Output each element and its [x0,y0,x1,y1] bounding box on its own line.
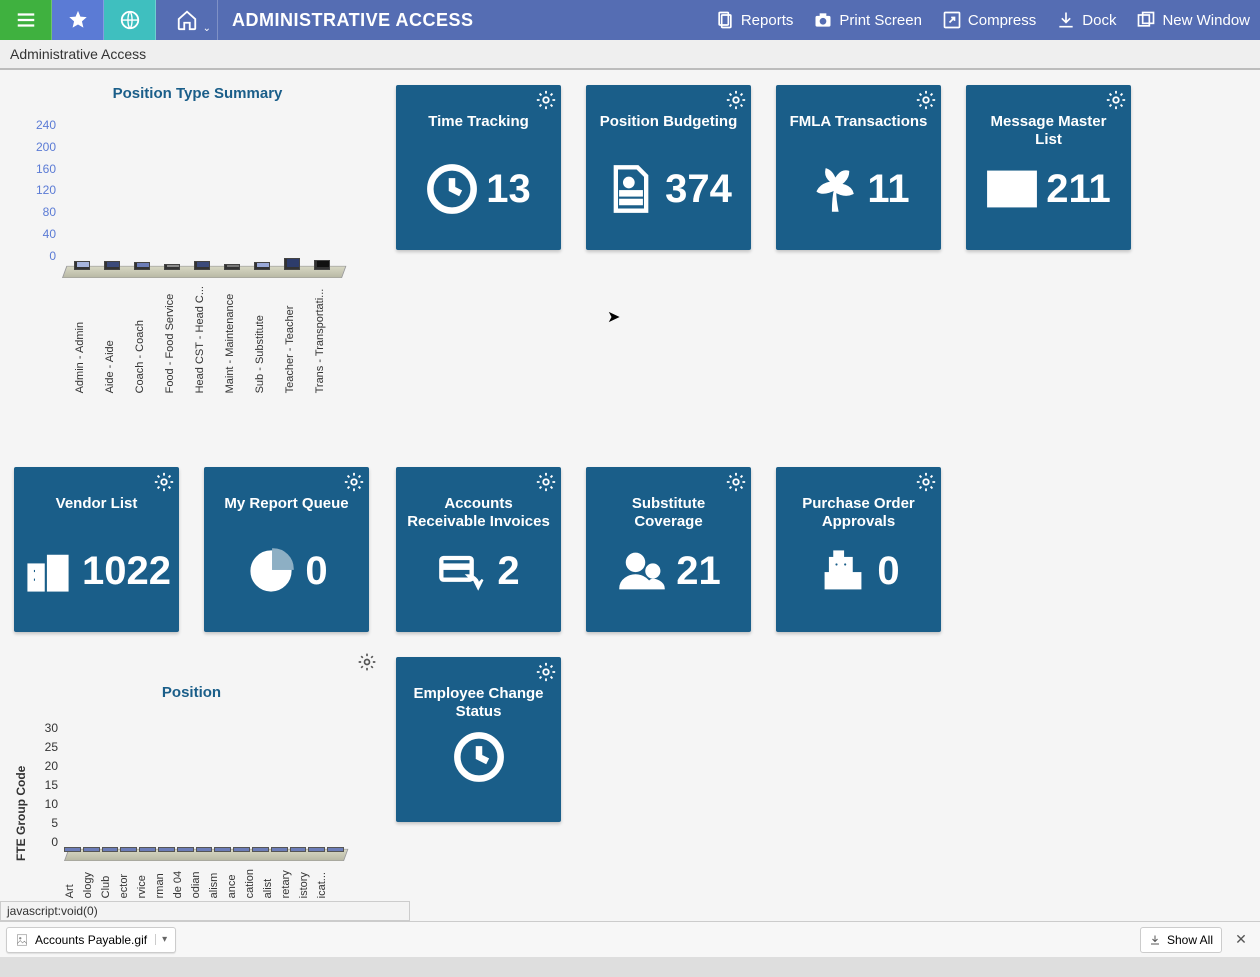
tile-value: 2 [497,549,519,594]
gear-icon[interactable] [1105,89,1127,111]
gear-icon[interactable] [915,89,937,111]
gear-icon[interactable] [535,661,557,683]
show-all-label: Show All [1167,933,1213,947]
breadcrumb-label: Administrative Access [10,46,146,62]
camera-icon [813,10,833,30]
tile-value: 211 [1046,167,1111,212]
hamburger-icon [15,9,37,31]
people-icon [616,545,668,597]
dock-label: Dock [1082,12,1116,29]
reports-icon [715,10,735,30]
chart1-title: Position Type Summary [20,85,375,102]
tile-vendor-list[interactable]: Vendor List 1022 [14,467,179,632]
compress-button[interactable]: Compress [932,0,1046,40]
gear-icon[interactable] [153,471,175,493]
home-button[interactable]: ⌄ [156,0,218,40]
status-text: javascript:void(0) [7,904,98,918]
chart2-ylabel: FTE Group Code [14,721,28,861]
tile-value: 11 [867,167,909,212]
home-icon [176,9,198,31]
tile-po-approvals[interactable]: Purchase Order Approvals 0 [776,467,941,632]
tile-position-budgeting[interactable]: Position Budgeting 374 [586,85,751,250]
show-all-button[interactable]: Show All [1140,927,1222,953]
print-screen-button[interactable]: Print Screen [803,0,932,40]
clock-icon [426,163,478,215]
cash-register-icon [817,545,869,597]
tile-value: 1022 [82,549,171,594]
download-icon [1149,934,1161,946]
tile-message-master-list[interactable]: Message Master List 211 [966,85,1131,250]
gear-icon[interactable] [535,471,557,493]
pie-chart-icon [245,545,297,597]
document-person-icon [605,163,657,215]
newwin-label: New Window [1162,12,1250,29]
chart2-xlabels: Art ology Club ector rvice rman de 04 od… [64,869,344,898]
chart1-xlabels: Admin - Admin Aide - Aide Coach - Coach … [70,286,342,393]
globe-icon [119,9,141,31]
tile-value: 21 [676,549,721,594]
page-title: ADMINISTRATIVE ACCESS [232,10,474,31]
browser-download-bar: Accounts Payable.gif ▾ Show All ✕ [0,921,1260,957]
tile-value: 0 [305,549,327,594]
tile-time-tracking[interactable]: Time Tracking 13 [396,85,561,250]
tile-fmla-transactions[interactable]: FMLA Transactions 11 [776,85,941,250]
tile-my-report-queue[interactable]: My Report Queue 0 [204,467,369,632]
tile-ar-invoices[interactable]: Accounts Receivable Invoices 2 [396,467,561,632]
download-filename: Accounts Payable.gif [35,933,147,947]
chevron-down-icon: ⌄ [203,23,211,34]
tile-value: 13 [486,167,531,212]
download-item[interactable]: Accounts Payable.gif ▾ [6,927,176,953]
dashboard: Position Type Summary 240 200 160 120 80… [0,70,1260,82]
new-window-button[interactable]: New Window [1126,0,1260,40]
gear-icon[interactable] [535,89,557,111]
close-download-bar-button[interactable]: ✕ [1228,931,1254,948]
reports-button[interactable]: Reports [705,0,804,40]
chart2-title: Position [14,684,369,701]
chart1-plot: Admin - Admin Aide - Aide Coach - Coach … [62,118,342,278]
credit-card-arrow-icon [437,545,489,597]
gear-icon[interactable] [725,471,747,493]
tile-substitute-coverage[interactable]: Substitute Coverage 21 [586,467,751,632]
tile-value: 0 [877,549,899,594]
dock-icon [1056,10,1076,30]
gear-icon[interactable] [357,652,377,672]
compress-label: Compress [968,12,1036,29]
dock-button[interactable]: Dock [1046,0,1126,40]
window-bottom-strip [0,957,1260,977]
palm-tree-icon [807,163,859,215]
chevron-down-icon[interactable]: ▾ [155,934,167,945]
mouse-cursor-icon: ➤ [607,307,620,327]
chart1-yaxis: 240 200 160 120 80 40 0 [20,118,56,263]
top-toolbar: ⌄ ADMINISTRATIVE ACCESS Reports Print Sc… [0,0,1260,40]
print-label: Print Screen [839,12,922,29]
tile-employee-change-status[interactable]: Employee Change Status [396,657,561,822]
gear-icon[interactable] [915,471,937,493]
image-file-icon [15,933,29,947]
tile-value: 374 [665,167,732,212]
globe-button[interactable] [104,0,156,40]
new-window-icon [1136,10,1156,30]
compress-icon [942,10,962,30]
chart2-plot: Art ology Club ector rvice rman de 04 od… [64,721,344,861]
breadcrumb: Administrative Access [0,40,1260,70]
chart-position[interactable]: Position FTE Group Code 30 25 20 15 10 5… [14,660,369,910]
browser-status-bar: javascript:void(0) [0,901,410,921]
gear-icon[interactable] [725,89,747,111]
reports-label: Reports [741,12,794,29]
favorites-button[interactable] [52,0,104,40]
hamburger-menu-button[interactable] [0,0,52,40]
star-icon [67,9,89,31]
clock-icon [453,731,505,783]
envelope-icon [986,163,1038,215]
chart2-yaxis: 30 25 20 15 10 5 0 [34,721,58,849]
gear-icon[interactable] [343,471,365,493]
buildings-icon [22,545,74,597]
chart-position-type-summary[interactable]: Position Type Summary 240 200 160 120 80… [20,85,375,445]
